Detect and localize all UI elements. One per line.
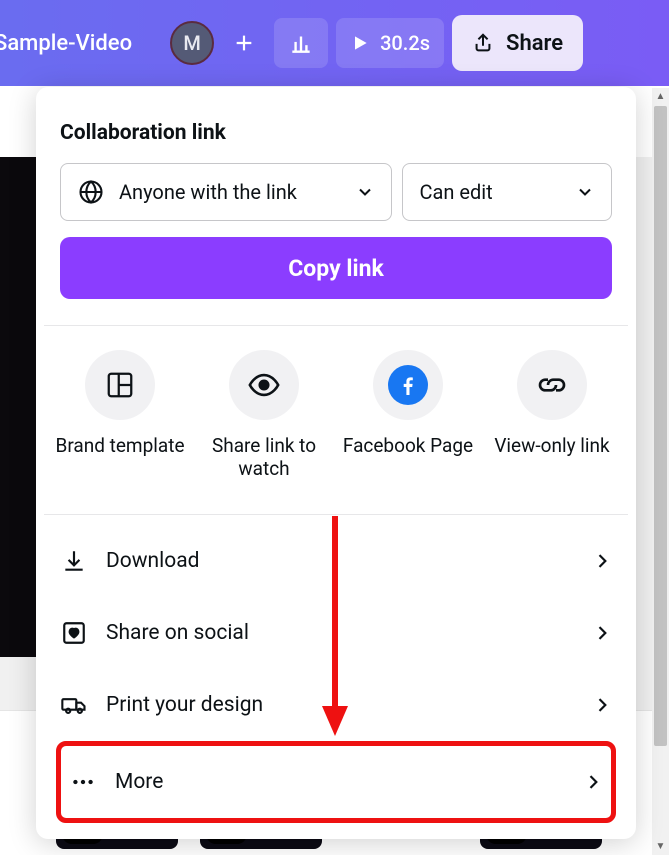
copy-link-button[interactable]: Copy link [60, 237, 612, 299]
link-access-select[interactable]: Anyone with the link [60, 163, 392, 221]
vertical-scrollbar[interactable]: ▲ ▼ [652, 88, 669, 855]
template-icon [105, 370, 135, 400]
eye-icon [247, 368, 281, 402]
chevron-down-icon [575, 182, 595, 202]
quick-share-row: Brand template Share link to watch Faceb… [36, 326, 636, 488]
chevron-down-icon [355, 182, 375, 202]
chevron-right-icon [583, 772, 603, 792]
facebook-page-button[interactable]: Facebook Page [340, 350, 476, 480]
link-icon [536, 369, 568, 401]
download-icon [61, 548, 87, 574]
plus-icon [233, 32, 255, 54]
analytics-button[interactable] [274, 18, 328, 68]
facebook-icon [388, 365, 428, 405]
duration-label: 30.2s [380, 31, 430, 55]
scroll-down-button[interactable]: ▼ [652, 838, 669, 855]
share-menu-list: Download Share on social Print your desi… [36, 515, 636, 829]
print-menu-item[interactable]: Print your design [60, 669, 612, 741]
download-menu-item[interactable]: Download [60, 525, 612, 597]
top-toolbar: Sample-Video M 30.2s Share [0, 0, 669, 86]
link-permission-select[interactable]: Can edit [402, 163, 612, 221]
share-button[interactable]: Share [452, 15, 583, 71]
play-icon [350, 33, 370, 53]
share-social-menu-item[interactable]: Share on social [60, 597, 612, 669]
upload-icon [472, 32, 494, 54]
scroll-up-button[interactable]: ▲ [652, 88, 669, 105]
user-avatar[interactable]: M [170, 21, 214, 65]
project-title[interactable]: Sample-Video [0, 31, 132, 56]
play-button[interactable]: 30.2s [336, 18, 444, 68]
bar-chart-icon [288, 30, 314, 56]
chevron-right-icon [592, 551, 612, 571]
annotation-highlight: More [56, 741, 616, 823]
more-menu-item[interactable]: More [69, 746, 603, 818]
add-collaborator-button[interactable] [222, 21, 266, 65]
scroll-thumb[interactable] [654, 106, 667, 746]
globe-icon [77, 178, 105, 206]
truck-icon [60, 691, 88, 719]
chevron-right-icon [592, 695, 612, 715]
brand-template-button[interactable]: Brand template [52, 350, 188, 480]
view-only-link-button[interactable]: View-only link [484, 350, 620, 480]
share-link-watch-button[interactable]: Share link to watch [196, 350, 332, 480]
chevron-right-icon [592, 623, 612, 643]
share-panel-heading: Collaboration link [36, 111, 636, 163]
more-dots-icon [70, 769, 96, 795]
share-panel: Collaboration link Anyone with the link … [36, 87, 636, 839]
heart-square-icon [61, 620, 87, 646]
